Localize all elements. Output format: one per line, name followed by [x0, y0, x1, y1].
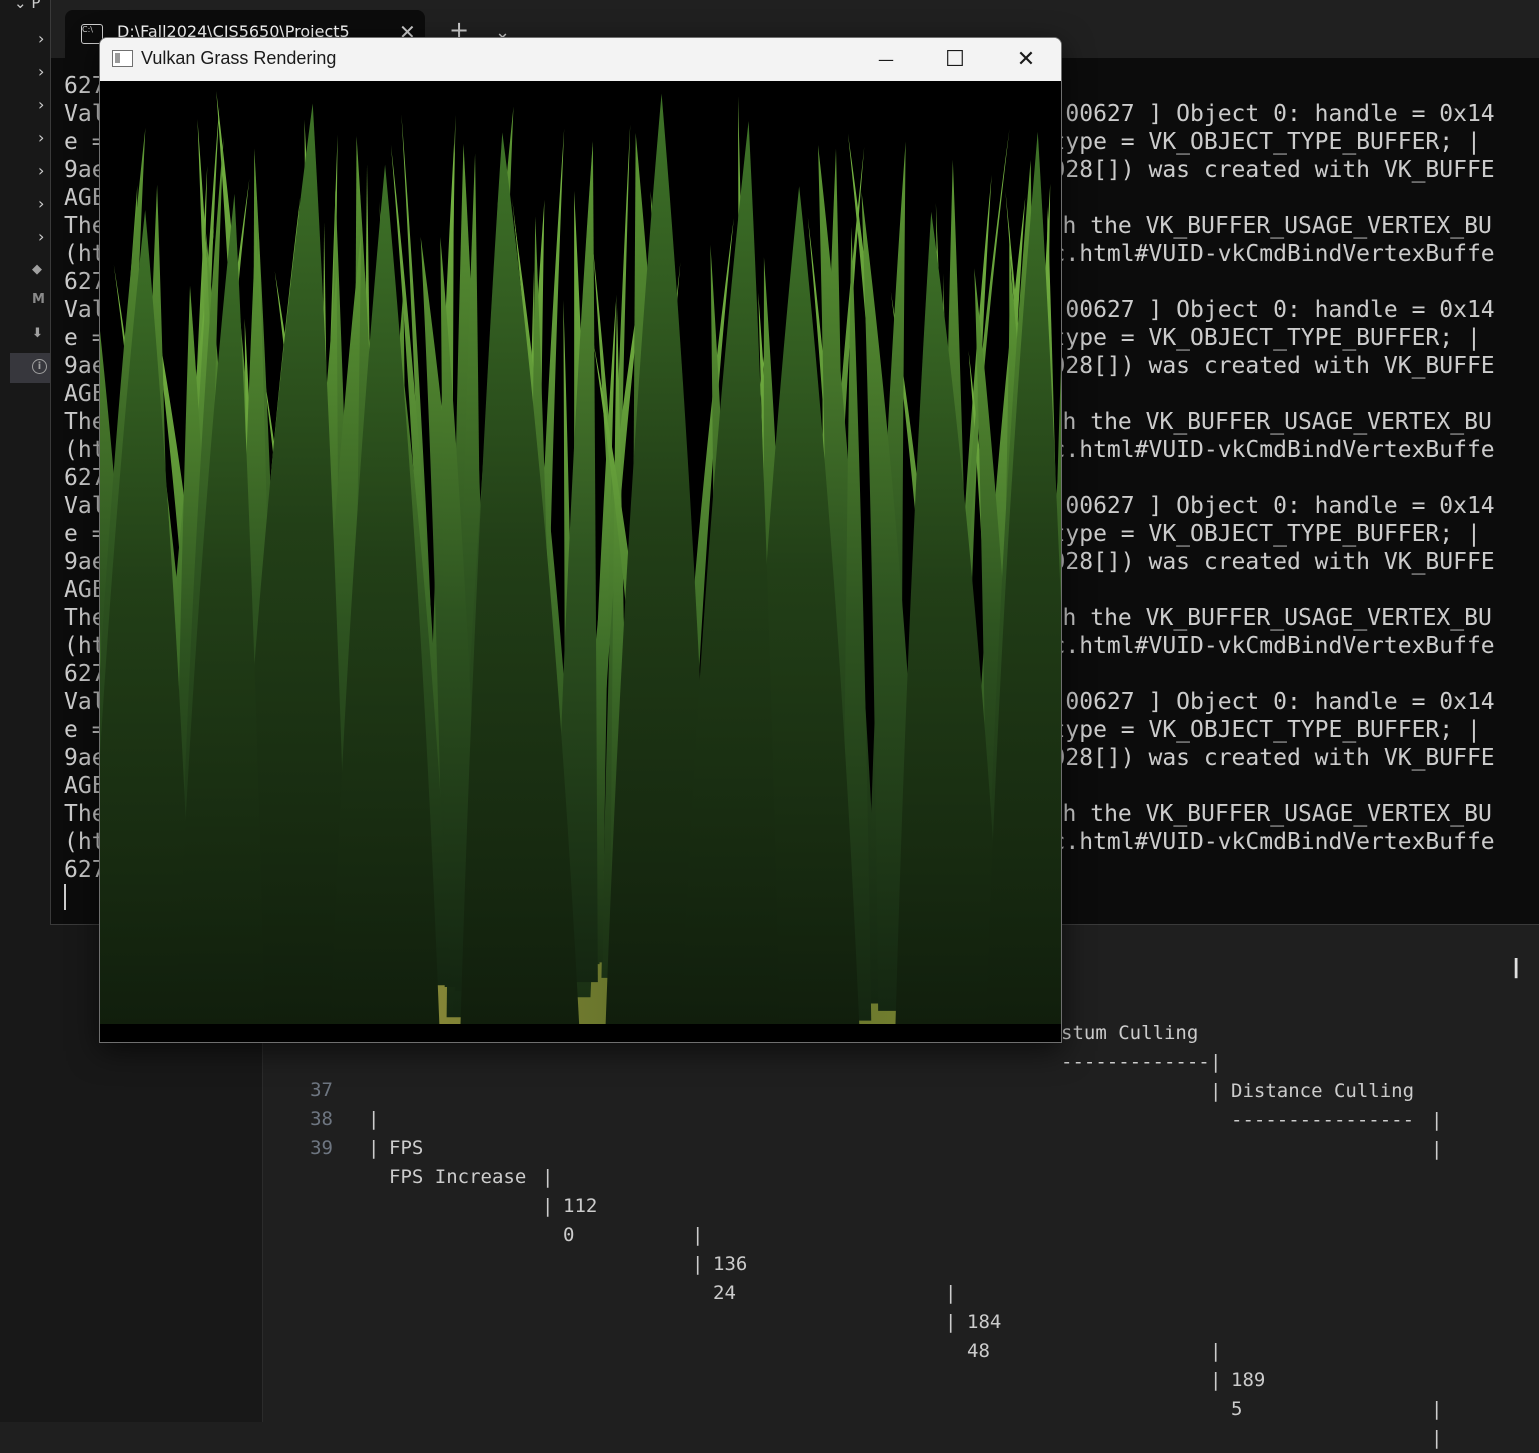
- terminal-line: 8, type = VK_OBJECT_TYPE_BUFFER; |: [1010, 325, 1481, 351]
- table-cell: 0: [563, 1224, 575, 1246]
- row-label: FPS: [389, 1137, 424, 1159]
- maximize-button[interactable]: ☐: [920, 38, 990, 81]
- table-row: 37 | FPS | 112 | 136 | 184 | 189 |: [263, 1047, 1539, 1420]
- diamond-icon: ◆: [32, 262, 42, 277]
- table-cell: 189: [1231, 1369, 1266, 1391]
- terminal-caret: [64, 884, 66, 910]
- table-pipe: |: [692, 1224, 704, 1246]
- table-cell: 136: [713, 1253, 748, 1275]
- markdown-icon: M: [32, 292, 45, 307]
- terminal-line: 8, type = VK_OBJECT_TYPE_BUFFER; |: [1010, 521, 1481, 547]
- window-title: Vulkan Grass Rendering: [141, 48, 337, 68]
- table-pipe: |: [1431, 1138, 1443, 1160]
- line-number: 39: [310, 1137, 333, 1159]
- terminal-line: ers-00627 ] Object 0: handle = 0x14: [1010, 493, 1495, 519]
- table-pipe: |: [945, 1311, 957, 1333]
- chevron-down-icon: ⌄: [14, 0, 27, 12]
- row-label: FPS Increase: [389, 1166, 527, 1188]
- terminal-line: with the VK_BUFFER_USAGE_VERTEX_BU: [1021, 213, 1492, 239]
- terminal-line: with the VK_BUFFER_USAGE_VERTEX_BU: [1021, 409, 1492, 435]
- terminal-line: spec.html#VUID-vkCmdBindVertexBuffe: [1010, 633, 1495, 659]
- table-cell: 48: [967, 1340, 990, 1362]
- terminal-line: 000028[]) was created with VK_BUFFE: [1010, 157, 1495, 183]
- table-pipe: |: [368, 1137, 380, 1159]
- table-cell: 112: [563, 1195, 598, 1217]
- vulkan-window[interactable]: Vulkan Grass Rendering — ☐ ✕: [99, 37, 1062, 1043]
- terminal-line: 8, type = VK_OBJECT_TYPE_BUFFER; |: [1010, 717, 1481, 743]
- table-pipe: |: [1431, 1427, 1443, 1449]
- terminal-line: with the VK_BUFFER_USAGE_VERTEX_BU: [1021, 801, 1492, 827]
- table-pipe: |: [1210, 1340, 1222, 1362]
- table-pipe: |: [692, 1253, 704, 1275]
- table-pipe: |: [1431, 1398, 1443, 1420]
- terminal-line: spec.html#VUID-vkCmdBindVertexBuffe: [1010, 437, 1495, 463]
- terminal-line: spec.html#VUID-vkCmdBindVertexBuffe: [1010, 241, 1495, 267]
- table-cell: 184: [967, 1311, 1002, 1333]
- terminal-line: 000028[]) was created with VK_BUFFE: [1010, 549, 1495, 575]
- terminal-line: ers-00627 ] Object 0: handle = 0x14: [1010, 101, 1495, 127]
- explorer-folder-root[interactable]: ⌄ P: [14, 0, 40, 12]
- table-pipe: |: [542, 1166, 554, 1188]
- terminal-line: ers-00627 ] Object 0: handle = 0x14: [1010, 297, 1495, 323]
- terminal-line: spec.html#VUID-vkCmdBindVertexBuffe: [1010, 829, 1495, 855]
- close-button[interactable]: ✕: [991, 38, 1061, 81]
- terminal-line: 000028[]) was created with VK_BUFFE: [1010, 353, 1495, 379]
- terminal-line: ers-00627 ] Object 0: handle = 0x14: [1010, 689, 1495, 715]
- terminal-line: 8, type = VK_OBJECT_TYPE_BUFFER; |: [1010, 129, 1481, 155]
- app-icon: [112, 50, 133, 67]
- empty-line: 39: [263, 1105, 1539, 1159]
- terminal-line: with the VK_BUFFER_USAGE_VERTEX_BU: [1021, 605, 1492, 631]
- grass-render-canvas[interactable]: [100, 81, 1061, 1024]
- vulkan-titlebar[interactable]: Vulkan Grass Rendering — ☐ ✕: [100, 38, 1061, 81]
- table-pipe: |: [542, 1195, 554, 1217]
- window-bottom-border: [100, 1024, 1061, 1042]
- activity-bar: [0, 0, 10, 1422]
- folder-label: P: [31, 0, 41, 12]
- text-cursor-icon: I: [1512, 952, 1521, 985]
- terminal-line: 000028[]) was created with VK_BUFFE: [1010, 745, 1495, 771]
- table-cell: 24: [713, 1282, 736, 1304]
- table-pipe: |: [945, 1282, 957, 1304]
- table-row: 38 | FPS Increase | 0 | 24 | 48 | 5 |: [263, 1076, 1539, 1449]
- table-pipe: |: [1210, 1369, 1222, 1391]
- download-icon: ⬇: [32, 326, 43, 341]
- minimize-button[interactable]: —: [851, 38, 921, 81]
- info-icon: i: [32, 359, 47, 374]
- table-cell: 5: [1231, 1398, 1243, 1420]
